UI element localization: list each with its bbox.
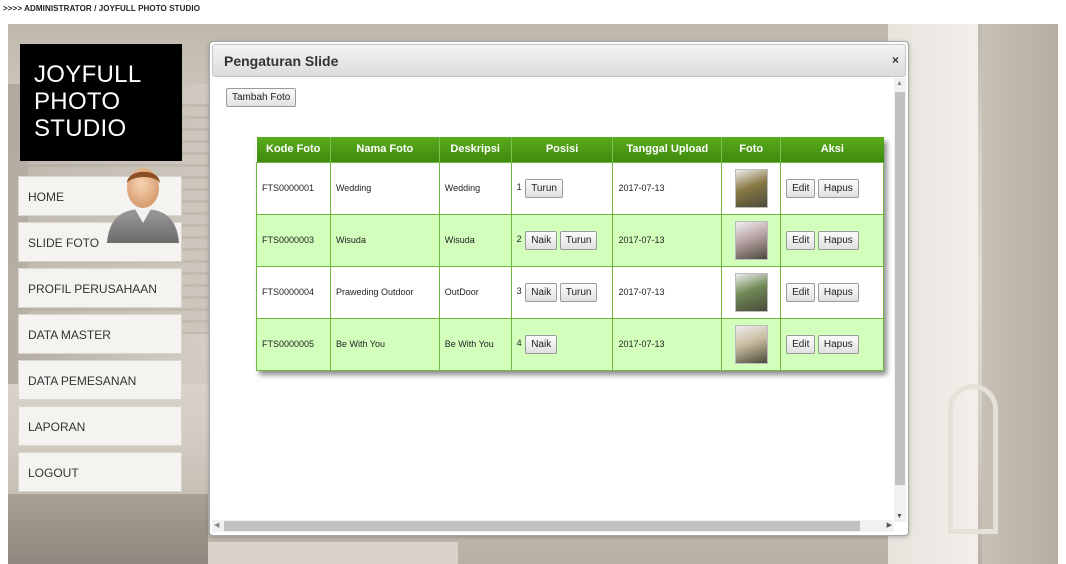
sidebar-item-data-master[interactable]: DATA MASTER bbox=[18, 314, 182, 354]
top-bar: >>>> ADMINISTRATOR / JOYFULL PHOTO STUDI… bbox=[0, 0, 1066, 24]
photo-thumbnail bbox=[734, 168, 768, 208]
nama-foto-cell: Be With You bbox=[329, 317, 440, 371]
column-header: Aksi bbox=[780, 137, 884, 162]
tanggal-upload-cell: 2017-07-13 bbox=[612, 317, 723, 371]
kode-foto-cell: FTS0000001 bbox=[256, 161, 331, 215]
position-number: 3 bbox=[516, 286, 522, 297]
position-number: 2 bbox=[516, 234, 522, 245]
photo-thumbnail bbox=[734, 272, 768, 312]
photo-thumbnail bbox=[734, 220, 768, 260]
deskripsi-cell: OutDoor bbox=[438, 265, 512, 319]
slide-table: Kode Foto Nama Foto Deskripsi Posisi Tan… bbox=[256, 137, 884, 371]
aksi-cell: Edit Hapus bbox=[780, 161, 884, 215]
scrollbar-thumb[interactable] bbox=[224, 521, 860, 531]
move-down-button[interactable]: Turun bbox=[525, 178, 563, 198]
scroll-up-icon[interactable]: ▲ bbox=[896, 80, 903, 87]
scrollbar-thumb[interactable] bbox=[895, 92, 905, 485]
nama-foto-cell: Wedding bbox=[329, 161, 440, 215]
aksi-cell: Edit Hapus bbox=[780, 265, 884, 319]
delete-button[interactable]: Hapus bbox=[817, 178, 859, 198]
foto-cell bbox=[721, 317, 782, 371]
edit-button[interactable]: Edit bbox=[786, 334, 816, 354]
column-header: Tanggal Upload bbox=[612, 137, 723, 162]
column-header: Deskripsi bbox=[439, 137, 512, 162]
brand-logo: JOYFULL PHOTO STUDIO bbox=[20, 44, 182, 161]
deskripsi-cell: Wedding bbox=[438, 161, 512, 215]
sidebar-item-data-pemesanan[interactable]: DATA PEMESANAN bbox=[18, 360, 182, 400]
edit-button[interactable]: Edit bbox=[786, 282, 816, 302]
background-decor bbox=[948, 384, 998, 534]
tanggal-upload-cell: 2017-07-13 bbox=[612, 213, 723, 267]
move-down-button[interactable]: Turun bbox=[559, 230, 598, 250]
position-number: 4 bbox=[516, 338, 522, 349]
tanggal-upload-cell: 2017-07-13 bbox=[612, 265, 723, 319]
move-up-button[interactable]: Naik bbox=[525, 334, 558, 354]
column-header: Kode Foto bbox=[256, 137, 331, 162]
nama-foto-cell: Praweding Outdoor bbox=[329, 265, 440, 319]
kode-foto-cell: FTS0000005 bbox=[256, 317, 331, 371]
kode-foto-cell: FTS0000003 bbox=[256, 213, 331, 267]
table-row: FTS0000004 Praweding Outdoor OutDoor 3 N… bbox=[256, 265, 884, 319]
foto-cell bbox=[721, 161, 782, 215]
sidebar-item-laporan[interactable]: LAPORAN bbox=[18, 406, 182, 446]
move-down-button[interactable]: Turun bbox=[559, 282, 598, 302]
column-header: Posisi bbox=[511, 137, 614, 162]
delete-button[interactable]: Hapus bbox=[817, 334, 859, 354]
table-row: FTS0000003 Wisuda Wisuda 2 Naik Turun 20… bbox=[256, 213, 884, 267]
scroll-down-icon[interactable]: ▼ bbox=[896, 513, 903, 520]
close-icon[interactable]: × bbox=[892, 53, 899, 67]
horizontal-scrollbar[interactable]: ◀ ▶ bbox=[212, 520, 894, 532]
kode-foto-cell: FTS0000004 bbox=[256, 265, 331, 319]
foto-cell bbox=[721, 265, 782, 319]
scroll-right-icon[interactable]: ▶ bbox=[887, 521, 892, 529]
sidebar-item-logout[interactable]: LOGOUT bbox=[18, 452, 182, 492]
logo-line: JOYFULL bbox=[34, 61, 142, 88]
background-stage: JOYFULL PHOTO STUDIO HOME SLIDE FOTO PRO… bbox=[8, 24, 1058, 564]
foto-cell bbox=[721, 213, 782, 267]
nama-foto-cell: Wisuda bbox=[329, 213, 440, 267]
edit-button[interactable]: Edit bbox=[786, 178, 816, 198]
move-up-button[interactable]: Naik bbox=[525, 230, 558, 250]
breadcrumb: >>>> ADMINISTRATOR / JOYFULL PHOTO STUDI… bbox=[3, 4, 201, 13]
sidebar-item-profil-perusahaan[interactable]: PROFIL PERUSAHAAN bbox=[18, 268, 182, 308]
posisi-cell: 4 Naik bbox=[510, 317, 614, 371]
dialog-title: Pengaturan Slide bbox=[224, 53, 339, 69]
logo-line: PHOTO bbox=[34, 88, 121, 115]
scroll-left-icon[interactable]: ◀ bbox=[214, 521, 219, 529]
aksi-cell: Edit Hapus bbox=[780, 317, 884, 371]
position-number: 1 bbox=[516, 182, 522, 193]
posisi-cell: 2 Naik Turun bbox=[510, 213, 614, 267]
photo-thumbnail bbox=[734, 324, 768, 364]
delete-button[interactable]: Hapus bbox=[817, 282, 859, 302]
table-row: FTS0000001 Wedding Wedding 1 Turun 2017-… bbox=[256, 161, 884, 215]
aksi-cell: Edit Hapus bbox=[780, 213, 884, 267]
column-header: Foto bbox=[721, 137, 782, 162]
column-header: Nama Foto bbox=[330, 137, 440, 162]
background-decor bbox=[8, 494, 208, 564]
edit-button[interactable]: Edit bbox=[786, 230, 816, 250]
add-photo-button[interactable]: Tambah Foto bbox=[226, 88, 297, 107]
slide-settings-dialog: Pengaturan Slide × Tambah Foto Kode Foto… bbox=[209, 41, 909, 536]
logo-line: STUDIO bbox=[34, 115, 127, 142]
posisi-cell: 1 Turun bbox=[510, 161, 614, 215]
user-avatar-icon bbox=[107, 168, 179, 243]
dialog-header: Pengaturan Slide × bbox=[212, 44, 906, 77]
tanggal-upload-cell: 2017-07-13 bbox=[612, 161, 723, 215]
table-row: FTS0000005 Be With You Be With You 4 Nai… bbox=[256, 317, 884, 371]
vertical-scrollbar[interactable]: ▲ ▼ bbox=[894, 78, 906, 522]
deskripsi-cell: Be With You bbox=[438, 317, 512, 371]
slide-table-container: Kode Foto Nama Foto Deskripsi Posisi Tan… bbox=[256, 137, 884, 371]
move-up-button[interactable]: Naik bbox=[525, 282, 558, 302]
posisi-cell: 3 Naik Turun bbox=[510, 265, 614, 319]
table-header-row: Kode Foto Nama Foto Deskripsi Posisi Tan… bbox=[256, 137, 884, 162]
delete-button[interactable]: Hapus bbox=[817, 230, 859, 250]
deskripsi-cell: Wisuda bbox=[438, 213, 512, 267]
